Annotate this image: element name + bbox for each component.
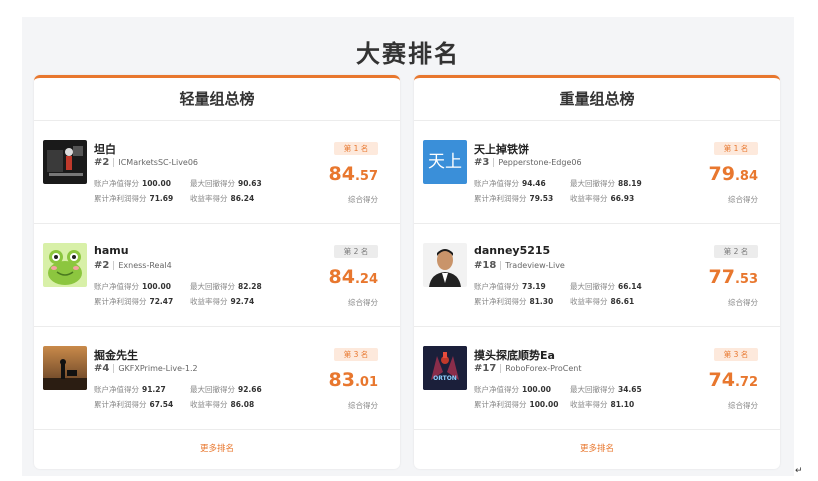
place-badge: 第 2 名 [334, 245, 378, 258]
account-info: #17 RoboForex-ProCent [474, 363, 582, 374]
return-arrow-icon: ↵ [795, 466, 803, 476]
avatar[interactable] [43, 243, 87, 287]
metric-profit: 累计净利润得分 79.53 [474, 194, 554, 203]
score-label: 综合得分 [728, 401, 758, 410]
rank-number: #2 [94, 157, 110, 168]
metric-drawdown: 最大回撤得分 82.28 [190, 282, 262, 291]
avatar[interactable] [43, 140, 87, 184]
trader-name[interactable]: 掘金先生 [94, 347, 138, 363]
place-badge: 第 1 名 [714, 142, 758, 155]
metric-equity: 账户净值得分 100.00 [94, 179, 171, 188]
trader-name[interactable]: danney5215 [474, 244, 550, 257]
board-light: 轻量组总榜 坦白 #2 ICMarketsSC-Live06 账户净值得分 100.… [34, 75, 400, 469]
place-badge: 第 1 名 [334, 142, 378, 155]
list-item[interactable]: danney5215 #18 Tradeview-Live 账户净值得分 73.19… [414, 224, 780, 327]
account-info: #4 GKFXPrime-Live-1.2 [94, 363, 198, 374]
metric-equity: 账户净值得分 100.00 [94, 282, 171, 291]
total-score: 74.72 [708, 369, 758, 391]
place-badge: 第 3 名 [714, 348, 758, 361]
list-item[interactable]: 掘金先生 #4 GKFXPrime-Live-1.2 账户净值得分 91.27 最大… [34, 327, 400, 430]
list-item[interactable]: hamu #2 Exness-Real4 账户净值得分 100.00 最大回撤得分 8… [34, 224, 400, 327]
metric-drawdown: 最大回撤得分 92.66 [190, 385, 262, 394]
metric-drawdown: 最大回撤得分 88.19 [570, 179, 642, 188]
metric-return: 收益率得分 66.93 [570, 194, 635, 203]
account-server: RoboForex-ProCent [505, 364, 582, 373]
avatar[interactable]: ORTON [423, 346, 467, 390]
metric-equity: 账户净值得分 94.46 [474, 179, 546, 188]
list-item[interactable]: 天上 天上掉铁饼 #3 Pepperstone-Edge06 账户净值得分 94.4… [414, 121, 780, 224]
rank-number: #3 [474, 157, 490, 168]
metric-drawdown: 最大回撤得分 34.65 [570, 385, 642, 394]
total-score: 79.84 [708, 163, 758, 185]
divider [113, 261, 115, 270]
metric-equity: 账户净值得分 100.00 [474, 385, 551, 394]
metric-return: 收益率得分 86.24 [190, 194, 255, 203]
divider [500, 261, 502, 270]
account-server: Tradeview-Live [505, 261, 565, 270]
metric-profit: 累计净利润得分 71.69 [94, 194, 174, 203]
divider [500, 364, 502, 373]
divider [113, 364, 115, 373]
total-score: 84.57 [328, 163, 378, 185]
account-info: #3 Pepperstone-Edge06 [474, 157, 582, 168]
metric-profit: 累计净利润得分 100.00 [474, 400, 559, 409]
score-label: 综合得分 [348, 401, 378, 410]
account-server: GKFXPrime-Live-1.2 [118, 364, 198, 373]
board-title: 轻量组总榜 [34, 78, 400, 121]
score-label: 综合得分 [348, 298, 378, 307]
avatar[interactable]: 天上 [423, 140, 467, 184]
place-badge: 第 2 名 [714, 245, 758, 258]
rank-number: #2 [94, 260, 110, 271]
total-score: 77.53 [708, 266, 758, 288]
score-label: 综合得分 [728, 195, 758, 204]
rank-number: #17 [474, 363, 497, 374]
rank-number: #18 [474, 260, 497, 271]
metric-profit: 累计净利润得分 72.47 [94, 297, 174, 306]
list-item[interactable]: ORTON 摸头探底顺势Ea #17 RoboForex-ProCent 账户净值… [414, 327, 780, 430]
more-ranking-link[interactable]: 更多排名 [34, 430, 400, 468]
account-info: #2 Exness-Real4 [94, 260, 172, 271]
metric-return: 收益率得分 86.61 [570, 297, 635, 306]
avatar[interactable] [43, 346, 87, 390]
account-info: #2 ICMarketsSC-Live06 [94, 157, 198, 168]
account-server: Pepperstone-Edge06 [498, 158, 582, 167]
account-server: Exness-Real4 [118, 261, 172, 270]
score-label: 综合得分 [348, 195, 378, 204]
rank-number: #4 [94, 363, 110, 374]
board-title: 重量组总榜 [414, 78, 780, 121]
trader-name[interactable]: 天上掉铁饼 [474, 141, 529, 157]
trader-name[interactable]: 摸头探底顺势Ea [474, 347, 555, 363]
metric-profit: 累计净利润得分 67.54 [94, 400, 174, 409]
metric-equity: 账户净值得分 91.27 [94, 385, 166, 394]
account-info: #18 Tradeview-Live [474, 260, 565, 271]
more-ranking-link[interactable]: 更多排名 [414, 430, 780, 468]
list-item[interactable]: 坦白 #2 ICMarketsSC-Live06 账户净值得分 100.00 最大回… [34, 121, 400, 224]
trader-name[interactable]: 坦白 [94, 141, 116, 157]
ranking-panel: 大赛排名 轻量组总榜 坦白 #2 ICMarketsSC-Live06 账户净值得… [22, 17, 794, 476]
score-label: 综合得分 [728, 298, 758, 307]
divider [493, 158, 495, 167]
divider [113, 158, 115, 167]
avatar[interactable] [423, 243, 467, 287]
metric-drawdown: 最大回撤得分 90.63 [190, 179, 262, 188]
trader-name[interactable]: hamu [94, 244, 129, 257]
metric-return: 收益率得分 92.74 [190, 297, 255, 306]
metric-equity: 账户净值得分 73.19 [474, 282, 546, 291]
metric-return: 收益率得分 86.08 [190, 400, 255, 409]
board-heavy: 重量组总榜 天上 天上掉铁饼 #3 Pepperstone-Edge06 账户净值… [414, 75, 780, 469]
total-score: 83.01 [328, 369, 378, 391]
metric-return: 收益率得分 81.10 [570, 400, 635, 409]
metric-profit: 累计净利润得分 81.30 [474, 297, 554, 306]
total-score: 84.24 [328, 266, 378, 288]
place-badge: 第 3 名 [334, 348, 378, 361]
account-server: ICMarketsSC-Live06 [118, 158, 199, 167]
page-title: 大赛排名 [356, 40, 460, 68]
metric-drawdown: 最大回撤得分 66.14 [570, 282, 642, 291]
